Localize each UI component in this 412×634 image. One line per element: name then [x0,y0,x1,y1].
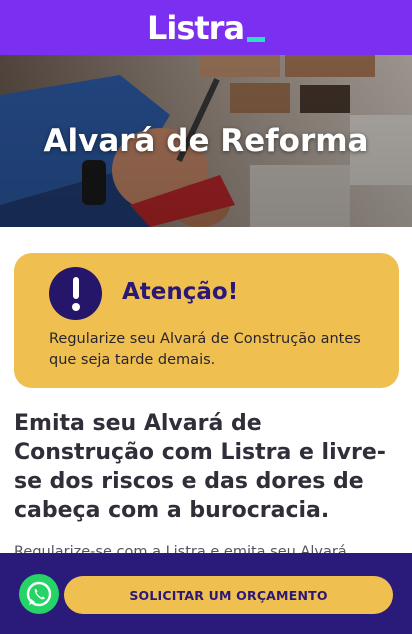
main-headline: Emita seu Alvará de Construção com Listr… [14,411,386,523]
exclamation-icon [49,267,102,320]
attention-alert: Atenção! Regularize seu Alvará de Constr… [14,253,399,388]
top-header: Listra [0,0,412,55]
bottom-cta-bar: SOLICITAR UM ORÇAMENTO [0,553,412,634]
request-quote-button[interactable]: SOLICITAR UM ORÇAMENTO [64,576,393,614]
alert-title: Atenção! [122,279,239,305]
whatsapp-glyph [26,581,52,607]
alert-text: Regularize seu Alvará de Construção ante… [49,331,361,368]
hero-title: Alvará de Reforma [43,123,369,159]
hero-banner: Alvará de Reforma [0,55,412,227]
whatsapp-icon[interactable] [19,574,59,614]
listra-logo[interactable]: Listra [146,8,266,47]
logo-text: Listra [146,8,245,47]
logo-underscore-mark [247,36,266,42]
